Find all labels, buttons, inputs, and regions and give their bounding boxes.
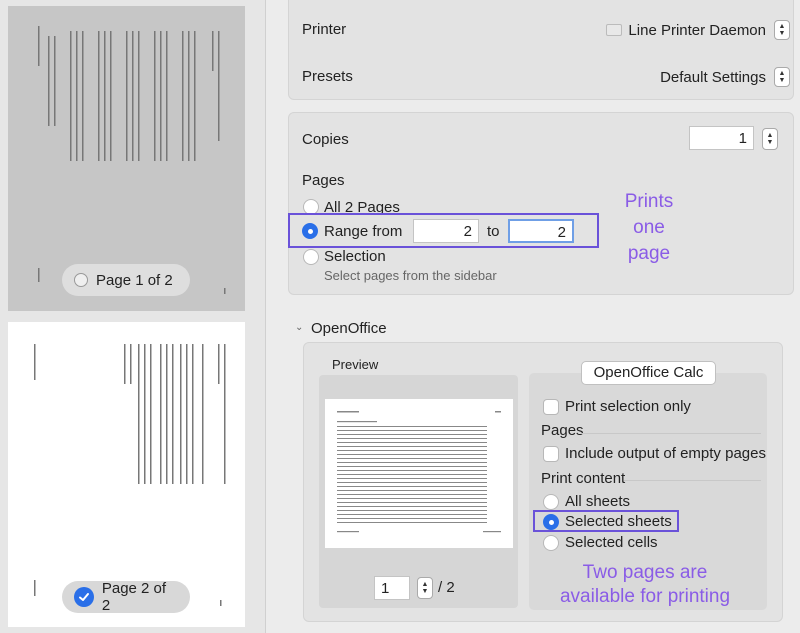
printer-value: Line Printer Daemon: [628, 21, 766, 39]
presets-label: Presets: [302, 68, 353, 85]
all-sheets-radio[interactable]: [543, 494, 559, 510]
print-selection-only-label: Print selection only: [565, 398, 691, 415]
selected-cells-radio[interactable]: [543, 535, 559, 551]
print-content-separator: [624, 480, 761, 481]
print-selection-only-checkbox[interactable]: [543, 399, 559, 415]
all-sheets-label: All sheets: [565, 493, 631, 510]
page-thumbnail-2[interactable]: Page 2 of 2: [8, 322, 245, 627]
page-sidebar: Page 1 of 2 Page 2 of 2: [0, 0, 266, 633]
print-content-label: Print content: [541, 470, 626, 487]
selection-radio[interactable]: [303, 249, 319, 265]
pages-separator: [581, 433, 761, 434]
include-empty-pages-checkbox[interactable]: [543, 446, 559, 462]
range-from-field[interactable]: 2: [413, 219, 479, 243]
preview-page-field[interactable]: 1: [374, 576, 410, 600]
two-pages-annotation: Two pages are available for printing: [559, 562, 731, 607]
copies-stepper[interactable]: ▲ ▼: [762, 128, 778, 150]
selection-label: Selection: [324, 248, 386, 265]
unchecked-circle-icon: [74, 273, 88, 287]
checkmark-icon: [74, 587, 94, 607]
openoffice-calc-button[interactable]: OpenOffice Calc: [581, 361, 716, 385]
range-radio[interactable]: [302, 223, 318, 239]
page-2-pill[interactable]: Page 2 of 2: [62, 580, 190, 614]
page-2-label: Page 2 of 2: [101, 580, 167, 614]
preview-page-total: / 2: [438, 579, 455, 596]
updown-chevron-icon: ▲ ▼: [774, 67, 790, 87]
page-1-label: Page 1 of 2: [96, 271, 173, 289]
presets-popup[interactable]: Default Settings ▲ ▼: [660, 67, 790, 87]
copies-field[interactable]: 1: [689, 126, 754, 150]
preview-label: Preview: [332, 357, 379, 372]
preview-page-stepper[interactable]: ▲ ▼: [417, 577, 433, 599]
range-from-label: Range from: [324, 223, 403, 240]
prints-one-page-annotation: Prints one page: [624, 191, 674, 264]
openoffice-section-label: OpenOffice: [311, 320, 387, 337]
include-empty-pages-label: Include output of empty pages: [565, 445, 766, 462]
range-to-label: to: [487, 223, 500, 240]
disclosure-chevron-icon[interactable]: ⌄: [295, 322, 303, 333]
presets-value: Default Settings: [660, 68, 766, 86]
printer-popup[interactable]: Line Printer Daemon ▲ ▼: [606, 20, 790, 40]
pages-label: Pages: [302, 172, 345, 189]
selection-hint: Select pages from the sidebar: [324, 268, 497, 283]
printer-icon: [606, 24, 623, 36]
copies-label: Copies: [302, 131, 349, 148]
page-thumbnail-1[interactable]: Page 1 of 2: [8, 6, 245, 311]
options-pages-label: Pages: [541, 422, 584, 439]
preview-page-content: [337, 411, 501, 533]
range-to-field[interactable]: 2: [508, 219, 574, 243]
selected-sheets-radio[interactable]: [543, 514, 559, 530]
preview-page: [325, 399, 513, 548]
page-1-pill[interactable]: Page 1 of 2: [62, 264, 190, 296]
printer-label: Printer: [302, 21, 347, 38]
updown-chevron-icon: ▲ ▼: [774, 20, 790, 40]
selected-cells-label: Selected cells: [565, 534, 658, 551]
selected-sheets-label: Selected sheets: [565, 513, 672, 530]
